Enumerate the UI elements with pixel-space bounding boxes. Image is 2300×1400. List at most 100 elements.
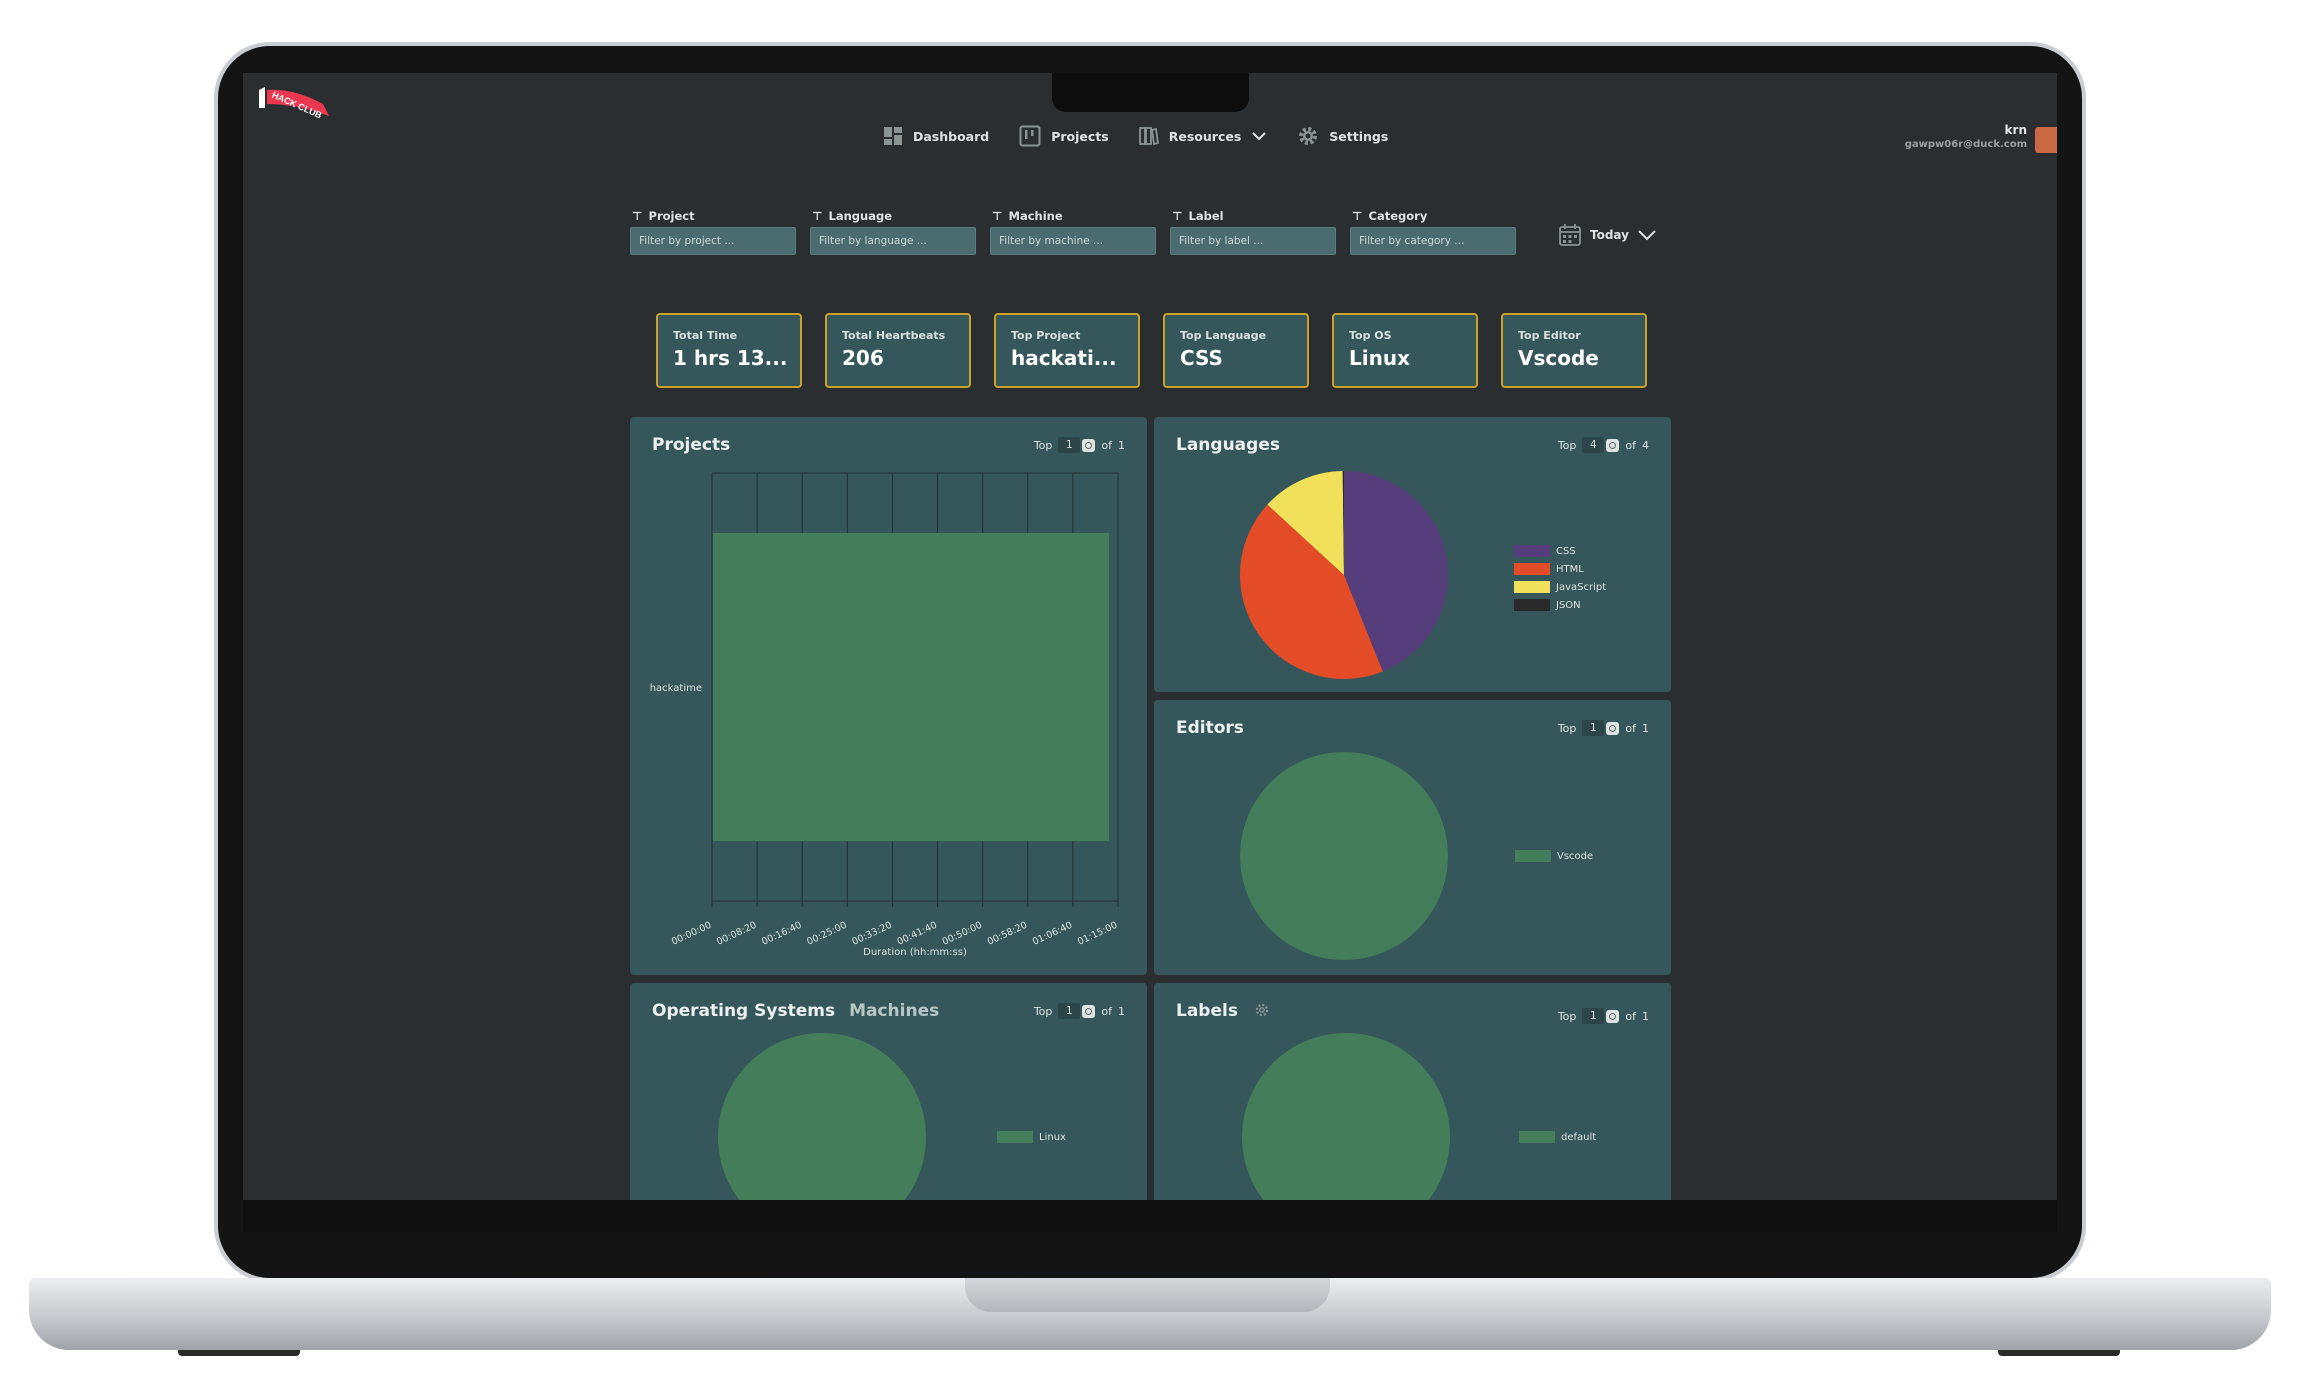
- legend-label: HTML: [1556, 563, 1584, 575]
- filter-category-input[interactable]: [1350, 227, 1516, 255]
- legend-item[interactable]: Linux: [997, 1131, 1066, 1143]
- filter-project-input[interactable]: [630, 227, 796, 255]
- projects-card: Projects Top 1 of 1 00:00:00 00:08:20 00:1…: [630, 417, 1147, 975]
- nav-resources[interactable]: Resources: [1138, 126, 1268, 146]
- top-n-input[interactable]: 1: [1058, 1003, 1081, 1019]
- user-email: gawpw06r@duck.com: [1904, 139, 2027, 150]
- nav-projects[interactable]: Projects: [1019, 125, 1109, 147]
- y-tick-label: hackatime: [650, 683, 702, 694]
- x-axis-label: Duration (hh:mm:ss): [863, 947, 967, 958]
- x-tick-label: 00:16:40: [760, 920, 803, 948]
- nav-dashboard[interactable]: Dashboard: [883, 126, 989, 146]
- spinner-icon[interactable]: [1606, 438, 1620, 452]
- top-label: Top: [1033, 1004, 1053, 1018]
- legend-swatch: [997, 1131, 1033, 1143]
- stat-top-project: Top Project hackati...: [994, 313, 1140, 388]
- pie-slice[interactable]: [718, 1033, 926, 1200]
- user-name: krn: [2004, 123, 2027, 137]
- top-n-input[interactable]: 4: [1582, 437, 1605, 453]
- legend-swatch: [1514, 599, 1550, 611]
- editors-pie-chart: [1240, 752, 1448, 960]
- hackclub-logo[interactable]: HACK CLUB: [253, 82, 339, 122]
- legend-item[interactable]: JavaScript: [1514, 581, 1606, 593]
- stats-row: Total Time 1 hrs 13... Total Heartbeats 20…: [656, 313, 1647, 388]
- laptop-foot: [178, 1350, 300, 1356]
- of-label: of: [1625, 438, 1636, 452]
- of-total: 1: [1642, 1009, 1649, 1023]
- bar[interactable]: [713, 532, 1110, 842]
- resources-icon: [1138, 127, 1159, 146]
- stat-value: Vscode: [1518, 346, 1599, 370]
- spinner-icon[interactable]: [1606, 1009, 1620, 1023]
- legend-swatch: [1514, 581, 1550, 593]
- stat-value: CSS: [1180, 346, 1223, 370]
- stat-label: Top Project: [1011, 329, 1081, 342]
- os-legend: Linux: [997, 1131, 1066, 1143]
- stat-value: 1 hrs 13...: [673, 346, 788, 370]
- laptop-foot: [1998, 1350, 2120, 1356]
- legend-swatch: [1519, 1131, 1555, 1143]
- legend-item[interactable]: CSS: [1514, 545, 1606, 557]
- top-label: Top: [1557, 1009, 1577, 1023]
- spinner-icon[interactable]: [1606, 721, 1620, 735]
- filter-project-label: Project: [648, 209, 695, 223]
- pie-slice[interactable]: [1240, 752, 1448, 960]
- x-tick-label: 00:08:20: [715, 920, 758, 948]
- filter-machine-input[interactable]: [990, 227, 1156, 255]
- top-nav: Dashboard Projects Resources Settings: [883, 125, 1388, 147]
- editors-card: Editors Top 1 of 1 Vscode: [1154, 700, 1671, 975]
- x-tick-label: 00:33:20: [850, 920, 893, 948]
- nav-projects-label: Projects: [1051, 128, 1109, 144]
- date-filter[interactable]: Today: [1558, 223, 1657, 247]
- filter-label-input[interactable]: [1170, 227, 1336, 255]
- legend-item[interactable]: default: [1519, 1131, 1596, 1143]
- nav-settings[interactable]: Settings: [1297, 125, 1388, 147]
- machines-tab[interactable]: Machines: [849, 1001, 939, 1021]
- filter-icon: ⊤: [632, 209, 643, 223]
- legend-label: Linux: [1039, 1131, 1066, 1143]
- date-filter-label: Today: [1590, 228, 1629, 242]
- x-tick-label: 00:00:00: [670, 920, 713, 948]
- pie-slice[interactable]: [1242, 1033, 1450, 1200]
- stat-total-time: Total Time 1 hrs 13...: [656, 313, 802, 388]
- user-info[interactable]: krn gawpw06r@duck.com: [1905, 123, 2027, 150]
- stat-top-language: Top Language CSS: [1163, 313, 1309, 388]
- languages-pie-chart: [1240, 471, 1448, 679]
- x-tick-label: 01:06:40: [1031, 920, 1074, 948]
- top-n-control: Top 1 of 1: [1558, 720, 1649, 736]
- labels-pie-chart: [1242, 1033, 1450, 1200]
- dashboard-icon: [884, 127, 902, 145]
- legend-label: JavaScript: [1556, 581, 1607, 593]
- x-tick-label: 00:41:40: [896, 920, 939, 948]
- legend-item[interactable]: HTML: [1514, 563, 1606, 575]
- legend-swatch: [1514, 563, 1550, 575]
- stat-top-editor: Top Editor Vscode: [1501, 313, 1647, 388]
- spinner-icon[interactable]: [1082, 1004, 1096, 1018]
- chevron-down-icon: [1638, 230, 1656, 241]
- of-total: 1: [1118, 1004, 1125, 1018]
- of-label: of: [1625, 1009, 1636, 1023]
- legend-item[interactable]: JSON: [1514, 599, 1606, 611]
- top-label: Top: [1557, 438, 1577, 452]
- calendar-icon: [1559, 224, 1581, 246]
- filter-icon: ⊤: [812, 209, 823, 223]
- laptop-chin: [243, 1200, 2057, 1232]
- of-total: 4: [1642, 438, 1649, 452]
- card-title: Operating Systems Machines: [652, 1001, 939, 1021]
- labels-legend: default: [1519, 1131, 1596, 1143]
- top-n-input[interactable]: 1: [1582, 1008, 1605, 1024]
- screen: HACK CLUB Dashboard Projects Resources S…: [243, 73, 2057, 1200]
- avatar[interactable]: [2035, 127, 2057, 153]
- gear-icon[interactable]: [1254, 1002, 1270, 1018]
- legend-item[interactable]: Vscode: [1515, 850, 1593, 862]
- legend-label: CSS: [1556, 545, 1576, 557]
- stat-value: 206: [842, 346, 884, 370]
- os-title[interactable]: Operating Systems: [652, 1001, 835, 1021]
- filter-icon: ⊤: [992, 209, 1003, 223]
- languages-legend: CSS HTML JavaScript JSON: [1514, 545, 1606, 611]
- x-tick-label: 00:50:00: [941, 920, 984, 948]
- filter-language: ⊤ Language: [810, 209, 976, 255]
- filter-language-input[interactable]: [810, 227, 976, 255]
- top-n-input[interactable]: 1: [1582, 720, 1605, 736]
- x-tick-label: 01:15:00: [1076, 920, 1119, 948]
